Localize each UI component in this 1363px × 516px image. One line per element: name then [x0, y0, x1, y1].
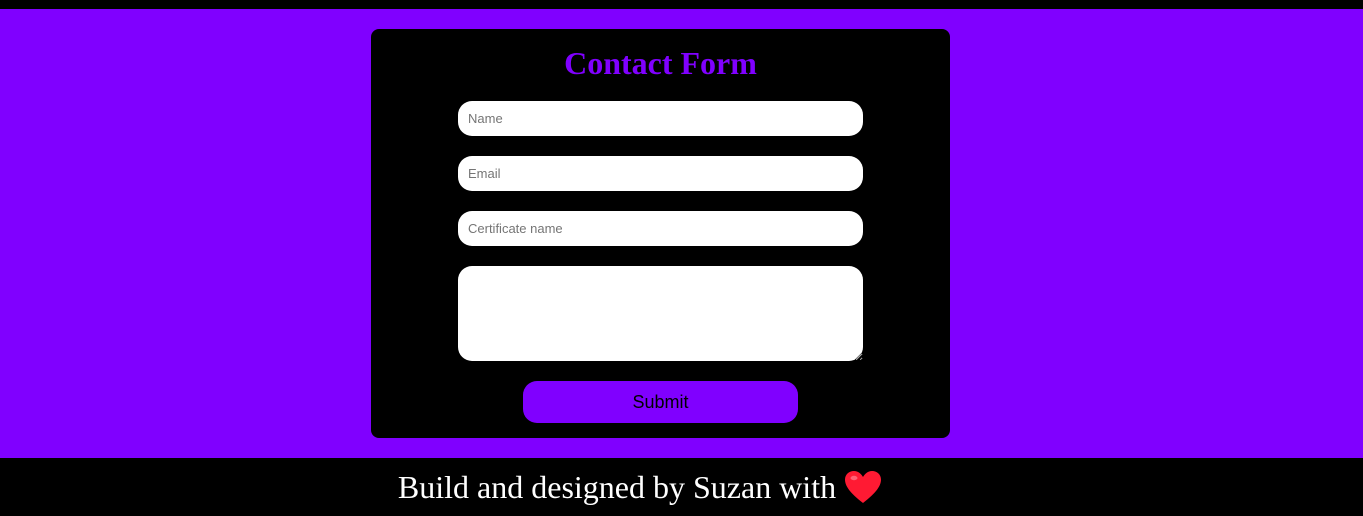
footer-credit: Build and designed by Suzan with — [0, 468, 1280, 512]
footer: Build and designed by Suzan with — [0, 458, 1363, 516]
form-title: Contact Form — [564, 45, 757, 81]
contact-form: Contact Form Submit — [371, 29, 950, 438]
heart-icon — [844, 470, 882, 512]
footer-credit-text: Build and designed by Suzan with — [397, 469, 837, 505]
certificate-name-input[interactable] — [458, 211, 863, 246]
submit-button[interactable]: Submit — [523, 381, 798, 423]
name-input[interactable] — [458, 101, 863, 136]
email-input[interactable] — [458, 156, 863, 191]
message-textarea[interactable] — [458, 266, 863, 361]
top-bar — [0, 0, 1363, 9]
main-area: Contact Form Submit — [0, 9, 1363, 458]
